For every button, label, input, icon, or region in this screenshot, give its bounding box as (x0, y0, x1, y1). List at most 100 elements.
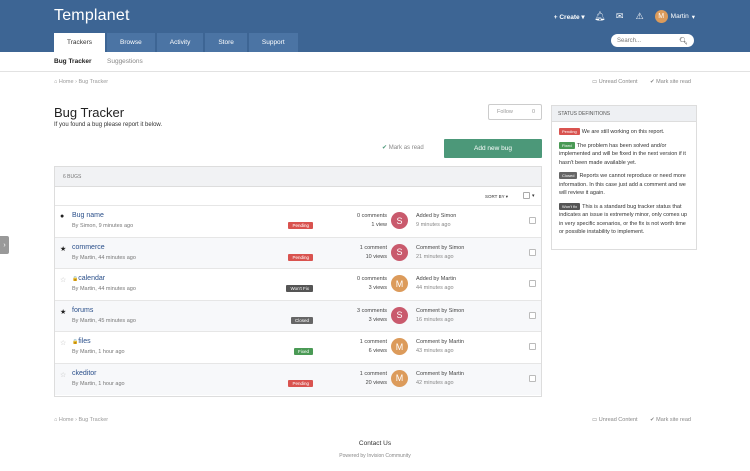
avatar[interactable]: M (391, 369, 408, 387)
subnav-suggestions[interactable]: Suggestions (107, 58, 143, 65)
home-icon: ⌂ (54, 79, 58, 85)
bell-icon[interactable]: 🔔︎ (594, 11, 605, 22)
status-badge: Pending (288, 379, 313, 387)
search-icon[interactable]: 🔍︎ (679, 37, 688, 45)
status-definitions-panel: Status definitions Pending We are still w… (551, 105, 697, 250)
table-row[interactable]: ☆ ckeditor By Martin, 1 hour ago Pending… (55, 363, 541, 395)
tab-activity[interactable]: Activity (156, 33, 204, 52)
star-outline-icon: ☆ (60, 371, 67, 379)
tab-browse[interactable]: Browse (107, 33, 155, 52)
bug-title-link[interactable]: forums (72, 307, 93, 314)
avatar[interactable]: S (391, 243, 408, 261)
user-avatar: M (654, 10, 668, 23)
mark-site-read-link[interactable]: ✔ Mark site read (650, 79, 691, 85)
bug-meta: By Simon, 9 minutes ago (72, 223, 134, 229)
row-checkbox[interactable] (529, 311, 536, 319)
row-checkbox[interactable] (529, 280, 536, 287)
last-activity: Comment by Martin 42 minutes ago (416, 370, 464, 386)
create-menu-button[interactable]: + Create ▾ (554, 13, 585, 21)
follow-button[interactable]: Follow 0 (488, 104, 542, 120)
last-activity: Comment by Simon 21 minutes ago (416, 244, 465, 260)
mark-as-read-button[interactable]: ✔ Mark as read (382, 144, 424, 151)
tab-support[interactable]: Support (248, 33, 298, 52)
caret-down-icon: ▾ (579, 13, 585, 21)
status-definition: Pending We are still working on this repo… (559, 128, 689, 137)
status-badge: Pending (559, 128, 580, 135)
avatar[interactable]: M (391, 275, 408, 292)
page-subtitle: If you found a bug please report it belo… (54, 122, 163, 128)
breadcrumb-current[interactable]: Bug Tracker (78, 79, 108, 85)
powered-by: Powered by Invision Community (339, 453, 411, 459)
breadcrumb-home[interactable]: Home (59, 417, 74, 423)
row-checkbox[interactable] (529, 343, 536, 350)
breadcrumb: ⌂ Home › Bug Tracker (54, 79, 109, 85)
unread-icon: ▭ (592, 79, 599, 85)
bug-stats: 0 comments 1 view (357, 213, 387, 228)
table-row[interactable]: ● Bug name By Simon, 9 minutes ago Pendi… (55, 206, 541, 238)
caret-down-icon[interactable]: ▾ (532, 193, 535, 199)
last-activity: Added by Martin 44 minutes ago (416, 276, 457, 291)
last-activity: Comment by Martin 43 minutes ago (416, 339, 464, 354)
table-row[interactable]: ★ commerce By Martin, 44 minutes ago Pen… (55, 237, 541, 269)
envelope-icon[interactable]: ✉︎ (615, 11, 625, 22)
sort-by-menu[interactable]: SORT BY ▾ (485, 194, 508, 200)
subnav-bug-tracker[interactable]: Bug Tracker (54, 58, 92, 65)
table-row[interactable]: ☆ 🔒calendar By Martin, 44 minutes ago Wo… (55, 269, 541, 301)
row-checkbox[interactable] (529, 374, 536, 382)
header-actions: + Create ▾ 🔔︎ ✉︎ ⚠︎ M Martin ▾ (554, 10, 695, 23)
table-row[interactable]: ★ forums By Martin, 45 minutes ago Close… (55, 300, 541, 332)
chevron-right-icon[interactable]: › (0, 236, 9, 254)
bug-title-link[interactable]: Bug name (72, 212, 104, 219)
star-icon: ★ (60, 308, 67, 316)
table-row[interactable]: ☆ 🔒files By Martin, 1 hour ago Fixed 1 c… (55, 332, 541, 364)
avatar[interactable]: M (391, 338, 408, 355)
home-icon: ⌂ (54, 417, 58, 423)
add-new-bug-button[interactable]: Add new bug (444, 139, 542, 158)
row-checkbox[interactable] (529, 248, 536, 256)
bug-stats: 3 comments 3 views (357, 307, 387, 323)
status-badge: Closed (559, 172, 578, 179)
status-definition: Fixed The problem has been solved and/or … (559, 141, 686, 166)
row-checkbox[interactable] (529, 217, 536, 224)
status-badge: Pending (288, 222, 313, 229)
bug-title-link[interactable]: ckeditor (72, 370, 97, 377)
status-badge: Closed (290, 316, 313, 324)
bug-title-link[interactable]: 🔒calendar (72, 275, 105, 282)
unread-content-link[interactable]: ▭ Unread Content (592, 79, 638, 85)
avatar[interactable]: S (391, 306, 408, 324)
site-logo[interactable]: Templanet (54, 7, 130, 25)
unread-content-link[interactable]: ▭ Unread Content (592, 417, 638, 423)
unread-icon: ▭ (592, 417, 599, 423)
follow-count: 0 (531, 109, 535, 115)
status-badge: Won't fix (559, 202, 581, 210)
user-menu[interactable]: M Martin ▾ (654, 10, 695, 23)
warning-icon[interactable]: ⚠︎ (635, 11, 645, 22)
breadcrumb-current[interactable]: Bug Tracker (78, 417, 108, 423)
page-title: Bug Tracker (54, 105, 125, 120)
tab-store[interactable]: Store (205, 33, 247, 52)
status-badge: Won't Fix (286, 285, 313, 292)
bug-meta: By Martin, 44 minutes ago (72, 286, 136, 292)
status-badge: Fixed (293, 348, 313, 355)
contact-us-link[interactable]: Contact Us (0, 440, 750, 447)
star-icon: ★ (60, 245, 67, 253)
bug-title-link[interactable]: commerce (72, 244, 105, 251)
search-input[interactable]: Search... 🔍︎ (611, 34, 694, 47)
list-toolbar: SORT BY ▾ ▾ (55, 187, 541, 206)
avatar[interactable]: S (391, 212, 408, 229)
caret-down-icon: ▾ (691, 13, 695, 21)
breadcrumb: ⌂ Home › Bug Tracker (54, 417, 109, 423)
last-activity: Comment by Simon 16 minutes ago (416, 307, 465, 323)
bug-meta: By Martin, 1 hour ago (72, 380, 125, 387)
last-activity: Added by Simon 9 minutes ago (416, 213, 457, 228)
mark-site-read-link[interactable]: ✔ Mark site read (650, 417, 691, 423)
bug-title-link[interactable]: 🔒files (72, 338, 91, 345)
status-badge: Pending (288, 253, 313, 261)
select-all-checkbox[interactable] (523, 192, 530, 199)
status-definition: Closed Reports we cannot reproduce or nee… (559, 172, 686, 196)
bug-list: 6 bugs SORT BY ▾ ▾ ● Bug name By Simon, … (54, 166, 542, 397)
tab-trackers[interactable]: Trackers (54, 33, 106, 52)
breadcrumb-home[interactable]: Home (59, 79, 74, 85)
status-definitions-list: Pending We are still working on this repo… (552, 122, 696, 248)
unread-dot-icon: ● (60, 213, 65, 220)
